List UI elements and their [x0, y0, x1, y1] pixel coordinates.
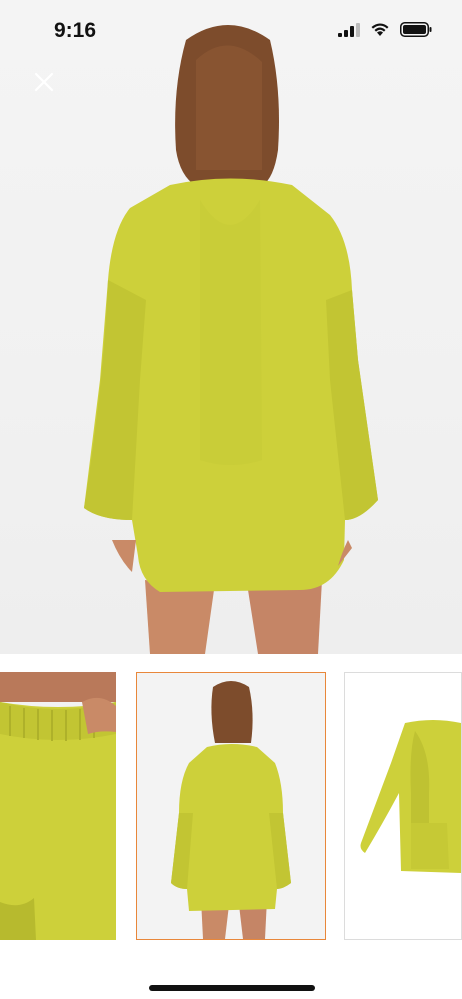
- thumbnail-back-view[interactable]: [136, 672, 326, 940]
- status-time: 9:16: [54, 19, 97, 42]
- status-bar: 9:16: [0, 0, 462, 60]
- close-button[interactable]: [28, 66, 60, 98]
- status-icons: [338, 22, 432, 37]
- product-main-image: [0, 0, 462, 654]
- thumbnail-shorts-detail[interactable]: [0, 672, 116, 940]
- close-icon: [34, 72, 54, 92]
- home-indicator: [149, 985, 315, 991]
- thumbnail-flat-lay[interactable]: [344, 672, 462, 940]
- cellular-signal-icon: [338, 22, 360, 37]
- thumbnail-strip: [0, 672, 462, 940]
- wifi-icon: [370, 22, 390, 37]
- model-back-view-image: [84, 25, 378, 654]
- battery-icon: [400, 22, 432, 37]
